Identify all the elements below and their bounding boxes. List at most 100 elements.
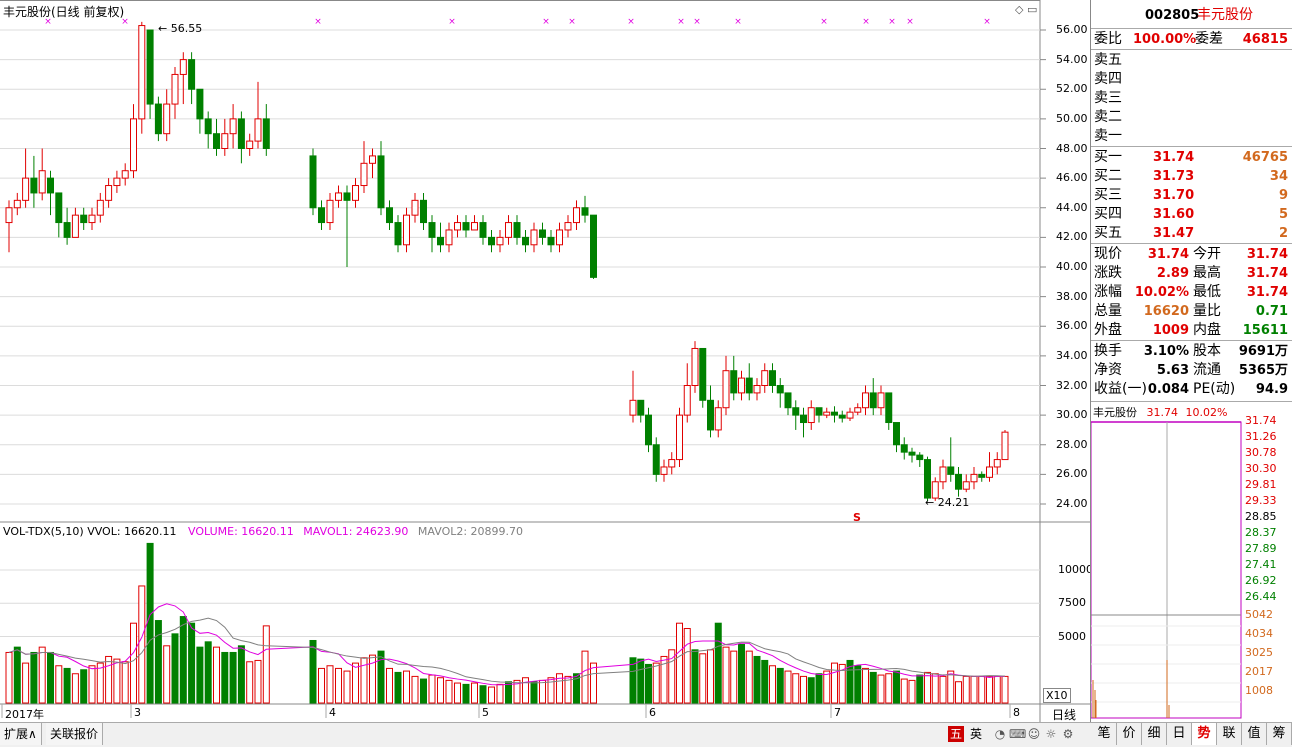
candle — [691, 341, 699, 393]
volume-bar — [800, 675, 807, 704]
fin-label: 股本 — [1193, 343, 1221, 359]
main-chart-svg[interactable]: × × × × × × × × × × × × × × × — [0, 0, 1090, 722]
panel-tab[interactable]: 笔 — [1092, 723, 1117, 745]
price-tick-label: 38.00 — [1056, 289, 1088, 303]
buy-level-label: 买三 — [1094, 187, 1122, 203]
volume-tick-label: 7500 — [1058, 596, 1086, 610]
date-label: 5 — [482, 706, 489, 719]
volume-bar — [745, 650, 753, 704]
volume-bar — [130, 622, 137, 704]
volume-bar — [931, 673, 939, 704]
quote-stat-row: 总量 16620 量比 0.71 — [1091, 302, 1292, 321]
chart-corner-icons[interactable]: ◇ ▭ — [1015, 3, 1037, 16]
fin-value: 3.10% — [1143, 344, 1189, 359]
right-panel-tabs: 笔价细日势联值筹 — [1092, 723, 1292, 745]
financial-stat-row: 收益(一) 0.084 PE(动) 94.9 — [1091, 380, 1292, 399]
volume-bar — [761, 659, 769, 704]
volume-bar — [5, 651, 13, 704]
buy-level-price: 31.74 — [1153, 150, 1195, 165]
volume-bar — [590, 662, 597, 704]
fin-value: 5365万 — [1238, 363, 1288, 378]
financial-stat-row: 换手 3.10% 股本 9691万 — [1091, 342, 1292, 361]
volume-bar — [188, 622, 196, 704]
fin-value: 94.9 — [1255, 382, 1288, 397]
wrench-icon[interactable]: ⚙ — [1060, 726, 1076, 742]
stat-value: 2.89 — [1156, 266, 1189, 281]
keyboard-icon[interactable]: ⌨ — [1009, 726, 1026, 742]
weibi-value: 100.00% — [1133, 32, 1197, 47]
panel-tab[interactable]: 细 — [1142, 723, 1167, 745]
volume-bar — [776, 667, 784, 704]
volume-bar — [38, 646, 46, 704]
stat-value: 31.74 — [1246, 247, 1288, 262]
event-marker: × — [568, 17, 576, 27]
volume-bar — [652, 662, 660, 704]
fin-label: 换手 — [1094, 343, 1122, 359]
low-price-label: ← 24.21 — [925, 496, 970, 509]
sell-level-row: 卖五 — [1091, 51, 1292, 70]
weibi-label: 委比 — [1094, 31, 1122, 47]
buy-level-row: 买五 31.47 2 — [1091, 224, 1292, 243]
volume-bar — [88, 665, 96, 704]
mini-volume-tick: 3025 — [1245, 646, 1273, 659]
mini-volume-tick: 5042 — [1245, 608, 1273, 621]
date-label: 3 — [134, 706, 141, 719]
price-tick-label: 24.00 — [1056, 497, 1088, 510]
stat-value: 1009 — [1152, 323, 1189, 338]
volume-bar — [683, 628, 691, 704]
event-marker: × — [820, 17, 828, 27]
emoji-icon[interactable]: ☺ — [1026, 726, 1042, 742]
skin-icon[interactable]: ☼ — [1043, 726, 1059, 742]
mini-price-tick: 29.33 — [1245, 494, 1277, 507]
stat-label: 量比 — [1193, 303, 1221, 319]
stock-header: 002805 丰元股份 — [1091, 6, 1292, 25]
stat-label: 最高 — [1193, 265, 1221, 281]
panel-tab[interactable]: 价 — [1117, 723, 1142, 745]
price-tick-label: 28.00 — [1056, 437, 1088, 451]
volume-bar — [916, 674, 924, 704]
chart-area[interactable]: × × × × × × × × × × × × × × × 丰元股份(日线 前复权) ◇ ▭ 56.00 54… — [0, 0, 1093, 746]
volume-bar — [488, 686, 495, 704]
volume-bar — [30, 651, 38, 704]
related-quote-tab[interactable]: 关联报价 — [46, 723, 104, 745]
volume-bar — [163, 645, 171, 704]
stat-label: 涨跌 — [1094, 265, 1122, 281]
candle — [1001, 429, 1009, 461]
volume-bar — [13, 646, 21, 704]
panel-tab[interactable]: 筹 — [1267, 723, 1292, 745]
volume-bar — [815, 673, 823, 704]
chart-title: 丰元股份(日线 前复权) — [3, 5, 125, 19]
event-marker: × — [627, 17, 635, 27]
volume-bar — [885, 673, 893, 704]
ime-button[interactable]: 英 — [968, 726, 984, 742]
fin-label: 净资 — [1094, 362, 1122, 378]
sell-level-row: 卖四 — [1091, 70, 1292, 89]
stat-value: 16620 — [1143, 304, 1189, 319]
panel-tab[interactable]: 日 — [1167, 723, 1192, 745]
volume-bar — [1001, 675, 1009, 704]
volume-bar — [530, 681, 538, 704]
volume-bar — [55, 665, 63, 704]
volume-bar — [970, 675, 978, 704]
panel-tab[interactable]: 联 — [1217, 723, 1242, 745]
panel-tab[interactable]: 势 — [1192, 723, 1217, 745]
event-marker: × — [906, 17, 914, 27]
volume-bar — [213, 646, 220, 704]
period-label[interactable]: 日线 — [1052, 706, 1076, 723]
moon-icon[interactable]: ◔ — [992, 726, 1008, 742]
volume-bar — [113, 658, 121, 704]
date-label: 7 — [834, 706, 841, 719]
volume-bar — [309, 639, 317, 704]
volume-bar — [831, 662, 838, 704]
volume-bar — [246, 661, 254, 704]
volume-bar — [171, 633, 179, 704]
volume-bar — [753, 655, 761, 704]
ime-button[interactable]: 五 — [948, 726, 964, 742]
volume-bar — [807, 677, 815, 704]
volume-bar — [924, 671, 931, 704]
expand-tab[interactable]: 扩展∧ — [0, 723, 42, 745]
event-marker: × — [862, 17, 870, 27]
price-tick-label: 30.00 — [1056, 408, 1088, 422]
buy-level-label: 买二 — [1094, 168, 1122, 184]
panel-tab[interactable]: 值 — [1242, 723, 1267, 745]
